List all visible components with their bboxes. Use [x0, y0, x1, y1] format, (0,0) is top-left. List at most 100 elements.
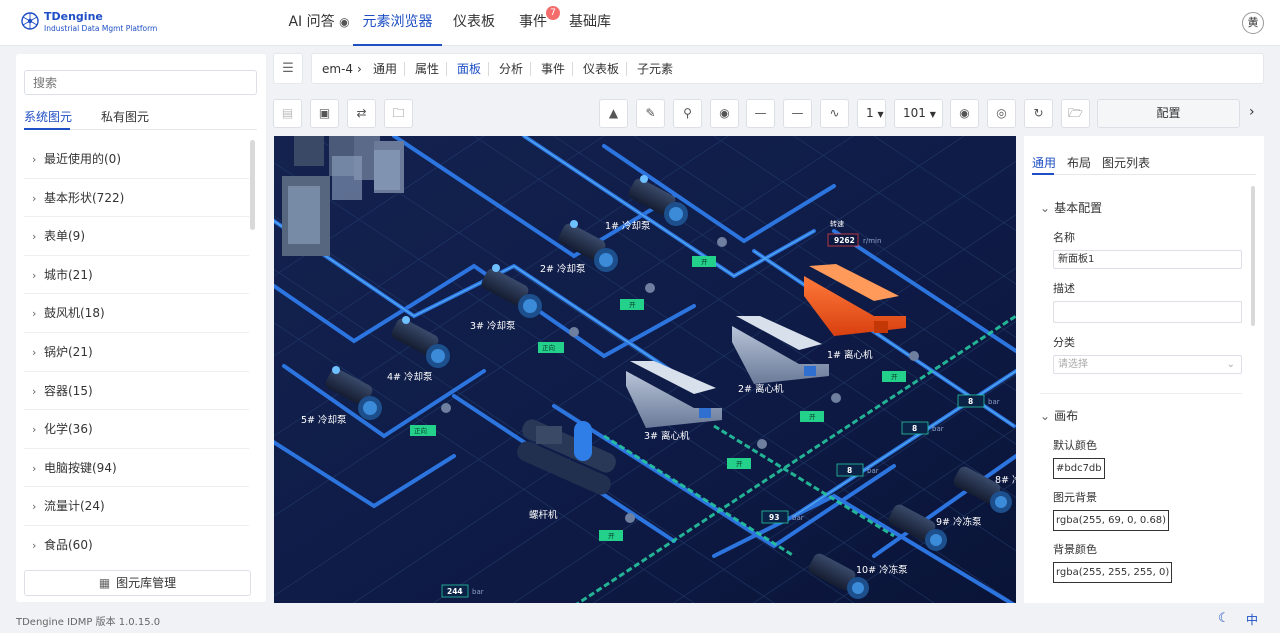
pressure-unit: bar — [988, 398, 1000, 406]
nav-dashboard-label: 仪表板 — [453, 14, 495, 30]
user-avatar[interactable]: 黄 — [1242, 12, 1264, 34]
pump-4-label: 4# 冷却泵 — [387, 371, 433, 383]
pressure-unit: bar — [867, 467, 879, 475]
canvas-section[interactable]: ⌄ 画布 — [1040, 407, 1078, 424]
chevron-right-icon: › — [32, 345, 37, 359]
tab-analysis[interactable]: 分析 — [499, 54, 523, 85]
collapse-sidebar-button[interactable]: ☰ — [273, 53, 303, 84]
line-style-button[interactable]: — — [746, 99, 775, 128]
nav-element-browser-label: 元素浏览器 — [362, 14, 433, 30]
nav-base-library[interactable]: 基础库 — [568, 0, 612, 46]
save-button[interactable]: ▣ — [310, 99, 339, 128]
line-width-select[interactable]: 1 ▼ — [857, 99, 886, 128]
logo-subtitle: Industrial Data Mgmt Platform — [44, 24, 158, 33]
end-marker-button[interactable]: ◎ — [987, 99, 1016, 128]
fill-tool-button[interactable]: ▲ — [599, 99, 628, 128]
library-manage-button[interactable]: ▦ 图元库管理 — [24, 570, 251, 596]
font-size-select[interactable]: 101 ▼ — [894, 99, 943, 128]
tab-children[interactable]: 子元素 — [637, 54, 673, 85]
prop-tab-layout[interactable]: 布局 — [1067, 154, 1091, 171]
category-placeholder: 请选择 — [1058, 359, 1088, 370]
library-category-label: 锅炉(21) — [44, 344, 93, 359]
nav-base-library-label: 基础库 — [569, 14, 611, 30]
caret-down-icon: ▼ — [929, 110, 936, 119]
config-button[interactable]: 配置 — [1097, 99, 1240, 128]
bg-color-input[interactable]: rgba(255, 255, 255, 0) — [1053, 562, 1173, 583]
chevron-right-icon: › — [32, 230, 37, 244]
curve-tool-button[interactable]: ∿ — [820, 99, 849, 128]
nav-ai-qa-label: AI 问答 — [288, 14, 335, 30]
refresh-button[interactable]: ↻ — [1024, 99, 1053, 128]
canvas-section-title: 画布 — [1054, 409, 1079, 423]
element-breadcrumb[interactable]: em-4 — [322, 54, 353, 85]
nav-element-browser[interactable]: 元素浏览器 — [353, 0, 442, 46]
new-file-button[interactable]: ▤ — [273, 99, 302, 128]
element-bg-input[interactable]: rgba(255, 69, 0, 0.68) — [1053, 510, 1170, 531]
dark-mode-toggle-icon[interactable]: ☾ — [1218, 611, 1230, 626]
chevron-right-icon: › — [32, 461, 37, 475]
app-logo[interactable]: TDengine Industrial Data Mgmt Platform — [20, 10, 180, 38]
library-category-forms[interactable]: › 表单(9) — [24, 217, 249, 256]
tab-general[interactable]: 通用 — [373, 54, 397, 85]
category-select[interactable]: 请选择 ⌄ — [1053, 355, 1242, 374]
pressure-value: 244 — [447, 587, 463, 596]
nav-dashboard[interactable]: 仪表板 — [452, 0, 496, 46]
library-tab-indicator — [24, 128, 70, 130]
bg-color-label: 背景颜色 — [1053, 543, 1097, 556]
tab-private-elements[interactable]: 私有图元 — [101, 108, 149, 128]
library-category-boilers[interactable]: › 锅炉(21) — [24, 333, 249, 372]
pressure-unit: bar — [472, 588, 484, 596]
library-category-city[interactable]: › 城市(21) — [24, 256, 249, 295]
library-scrollbar[interactable] — [250, 140, 255, 230]
library-category-chemistry[interactable]: › 化学(36) — [24, 410, 249, 449]
default-color-label: 默认颜色 — [1053, 439, 1097, 452]
line-dash-button[interactable]: — — [783, 99, 812, 128]
speed-title: 转速 — [830, 219, 844, 228]
bulb-icon: ◉ — [339, 15, 350, 29]
chevron-right-icon[interactable]: › — [1249, 104, 1255, 120]
tab-events[interactable]: 事件 — [541, 54, 565, 85]
prop-tab-general[interactable]: 通用 — [1032, 154, 1056, 171]
library-category-label: 基本形状(722) — [44, 190, 125, 205]
library-category-recent[interactable]: › 最近使用的(0) — [24, 140, 249, 179]
tab-system-elements[interactable]: 系统图元 — [24, 108, 72, 128]
start-marker-button[interactable]: ◉ — [950, 99, 979, 128]
library-manage-label: 图元库管理 — [116, 576, 177, 590]
tab-panel[interactable]: 面板 — [457, 54, 481, 85]
library-category-basic-shapes[interactable]: › 基本形状(722) — [24, 179, 249, 218]
grid-icon: ▦ — [98, 576, 111, 590]
library-category-label: 最近使用的(0) — [44, 152, 121, 166]
open-button[interactable]: 🗁 — [1061, 99, 1090, 128]
open-folder-button[interactable]: 🗀 — [384, 99, 413, 128]
tab-dashboard[interactable]: 仪表板 — [583, 54, 619, 85]
nav-events[interactable]: 事件 7 — [518, 0, 560, 46]
refresh-icon: ↻ — [1033, 106, 1044, 120]
library-search-input[interactable] — [24, 70, 257, 95]
search-icon: ⚲ — [683, 106, 692, 120]
export-button[interactable]: ⇄ — [347, 99, 376, 128]
tab-divider — [404, 62, 405, 76]
dot-icon: ◉ — [959, 106, 970, 120]
default-color-input[interactable]: #bdc7db — [1053, 458, 1105, 479]
location-pin-icon: ◉ — [719, 106, 730, 120]
logo-title: TDengine — [44, 10, 103, 23]
pump-5-label: 5# 冷却泵 — [301, 414, 347, 426]
basic-config-section[interactable]: ⌄ 基本配置 — [1040, 199, 1102, 216]
location-tool-button[interactable]: ◉ — [710, 99, 739, 128]
zoom-tool-button[interactable]: ⚲ — [673, 99, 702, 128]
library-category-flowmeters[interactable]: › 流量计(24) — [24, 487, 249, 526]
tab-attributes[interactable]: 属性 — [415, 54, 439, 85]
properties-scrollbar[interactable] — [1251, 186, 1255, 326]
library-category-food[interactable]: › 食品(60) — [24, 526, 249, 560]
library-category-blowers[interactable]: › 鼓风机(18) — [24, 294, 249, 333]
nav-ai-qa[interactable]: AI 问答 ◉ — [278, 0, 360, 46]
prop-tab-element-list[interactable]: 图元列表 — [1102, 154, 1150, 171]
library-category-computer-keys[interactable]: › 电脑按键(94) — [24, 449, 249, 488]
description-textarea[interactable] — [1053, 301, 1242, 323]
panel-canvas[interactable]: 1# 冷却泵 2# 冷却泵 3# 冷却泵 4# 冷却泵 5# 冷却泵 1# 离心… — [274, 136, 1016, 603]
library-category-containers[interactable]: › 容器(15) — [24, 372, 249, 411]
pen-tool-button[interactable]: ✎ — [636, 99, 665, 128]
language-switch[interactable]: 中 — [1246, 611, 1258, 628]
chevron-right-icon: › — [32, 307, 37, 321]
name-input[interactable]: 新面板1 — [1053, 250, 1242, 269]
